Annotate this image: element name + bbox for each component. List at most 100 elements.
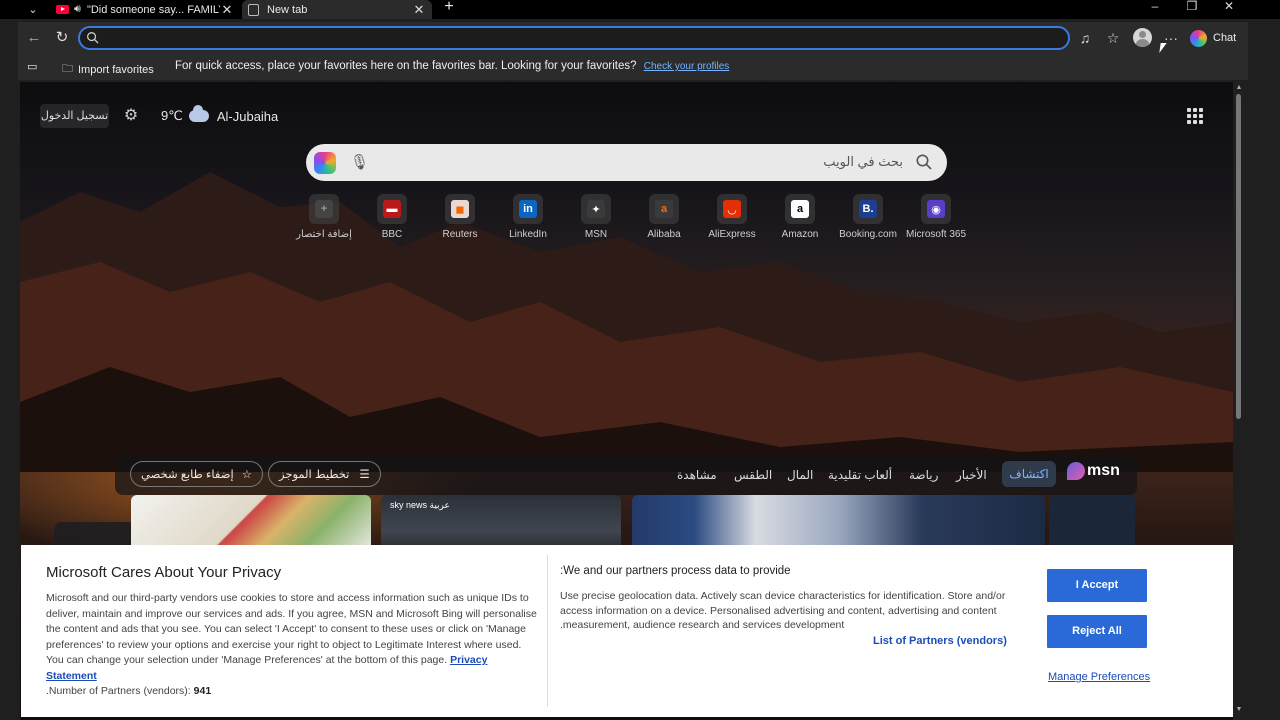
new-tab-page-icon <box>248 3 259 16</box>
folder-import-icon: 🗀︎ <box>62 63 73 75</box>
feed-tab-watch[interactable]: مشاهدة <box>677 468 717 482</box>
sliders-icon: ☰ <box>359 469 370 481</box>
import-favorites-button[interactable]: 🗀︎ Import favorites <box>62 60 154 79</box>
close-window-icon[interactable]: ✕ <box>1214 0 1244 14</box>
profile-avatar[interactable] <box>1133 28 1152 47</box>
refresh-icon[interactable]: ↻ <box>50 27 74 49</box>
manage-preferences-link[interactable]: Manage Preferences <box>1048 671 1150 683</box>
scroll-up-arrow-icon[interactable]: ▲ <box>1235 84 1243 92</box>
app-launcher-icon[interactable] <box>1187 108 1203 124</box>
rain-cloud-icon <box>188 105 209 122</box>
minimize-icon[interactable]: – <box>1140 0 1170 14</box>
search-placeholder: بحث في الويب <box>823 154 903 169</box>
quick-link-tile[interactable]: ◼ Reuters <box>426 194 494 240</box>
partners-count-label: .Number of Partners (vendors): <box>46 685 191 697</box>
search-icon[interactable] <box>915 153 933 171</box>
tab-close-icon[interactable]: ✕ <box>412 2 426 18</box>
booking-icon-glyph: B. <box>859 200 877 218</box>
weather-location: Al-Jubaiha <box>216 108 279 124</box>
audio-playing-icon[interactable]: 🔊︎ <box>74 3 81 16</box>
reuters-icon-glyph: ◼ <box>451 200 469 218</box>
msn-logo[interactable]: msn <box>1067 462 1120 480</box>
favorites-star-icon[interactable]: ☆ <box>1103 28 1123 48</box>
settings-gear-icon[interactable]: ⚙ <box>121 106 141 126</box>
scroll-thumb[interactable] <box>1236 94 1241 419</box>
amazon-icon-glyph: a <box>791 200 809 218</box>
import-favorites-label: Import favorites <box>78 63 154 76</box>
feed-tab-discover[interactable]: اكتشاف <box>1002 461 1056 487</box>
browser-window: ⌄ 🔊︎ "Did someone say... FAMILY?" ✕ New … <box>0 0 1280 720</box>
m365-icon: ◉ <box>921 194 951 224</box>
quick-link-label: Booking.com <box>839 229 897 240</box>
add-icon-glyph: + <box>315 200 333 218</box>
news-source-label: sky news عربية <box>390 500 450 510</box>
scroll-down-arrow-icon[interactable]: ▼ <box>1235 706 1243 714</box>
page-scrollbar[interactable]: ▲ ▼ <box>1233 82 1245 718</box>
quick-link-tile[interactable]: ◉ Microsoft 365 <box>902 194 970 240</box>
quick-link-tile[interactable]: in LinkedIn <box>494 194 562 240</box>
tab-new-tab[interactable]: New tab ✕ <box>242 0 432 19</box>
copilot-chat-button[interactable]: Chat <box>1190 27 1236 49</box>
alibaba-icon-glyph: a <box>655 200 673 218</box>
sign-in-button[interactable]: تسجيل الدخول <box>40 104 109 128</box>
bbc-icon: ▬ <box>377 194 407 224</box>
new-tab-button[interactable]: + <box>440 0 458 16</box>
accept-button[interactable]: I Accept <box>1047 569 1147 602</box>
consent-divider <box>547 555 548 707</box>
quick-link-label: AliExpress <box>708 229 756 240</box>
alibaba-icon: a <box>649 194 679 224</box>
address-input[interactable] <box>104 30 1054 46</box>
feed-tab-games[interactable]: ألعاب تقليدية <box>828 468 892 482</box>
quick-link-tile[interactable]: ▬ BBC <box>358 194 426 240</box>
booking-icon: B. <box>853 194 883 224</box>
quick-link-tile[interactable]: a Amazon <box>766 194 834 240</box>
check-profiles-link[interactable]: Check your profiles <box>644 61 730 72</box>
copilot-label: Chat <box>1213 32 1237 44</box>
copilot-icon[interactable] <box>314 152 336 174</box>
restore-icon[interactable]: ❐ <box>1177 0 1207 14</box>
quick-link-tile[interactable]: B. Booking.com <box>834 194 902 240</box>
web-search-box[interactable]: 🎙︎ بحث في الويب <box>306 144 947 181</box>
purposes-heading: :We and our partners process data to pro… <box>560 565 791 577</box>
feed-tab-sports[interactable]: رياضة <box>909 468 938 482</box>
msn-icon-glyph: ✦ <box>587 200 605 218</box>
quick-link-label: Amazon <box>781 229 819 240</box>
personalize-label: إضفاء طابع شخصي <box>141 469 234 481</box>
reject-all-button[interactable]: Reject All <box>1047 615 1147 648</box>
feed-tab-news[interactable]: الأخبار <box>956 468 987 482</box>
quick-link-label: Microsoft 365 <box>905 229 967 240</box>
media-control-icon[interactable]: ♫ <box>1075 28 1095 48</box>
reuters-icon: ◼ <box>445 194 475 224</box>
tab-actions-chevron-icon[interactable]: ⌄ <box>22 0 44 18</box>
quick-link-label: BBC <box>381 229 403 240</box>
quick-link-label: Alibaba <box>647 229 681 240</box>
msn-icon: ✦ <box>581 194 611 224</box>
personalize-button[interactable]: إضفاء طابع شخصي ☆ <box>130 461 263 487</box>
weather-widget[interactable]: 9℃ Al-Jubaiha <box>161 105 279 124</box>
feed-navigation-bar: إضفاء طابع شخصي ☆ تخطيط الموجز ☰ مشاهدة … <box>115 455 1137 495</box>
quick-link-tile[interactable]: ◡ AliExpress <box>698 194 766 240</box>
tab-strip: ⌄ 🔊︎ "Did someone say... FAMILY?" ✕ New … <box>0 0 1280 19</box>
privacy-consent-banner: Microsoft Cares About Your Privacy Micro… <box>21 545 1233 717</box>
favorites-bar: ▭ 🗀︎ Import favorites For quick access, … <box>18 54 1248 80</box>
list-of-partners-link[interactable]: List of Partners (vendors) <box>873 635 1007 647</box>
tab-youtube[interactable]: 🔊︎ "Did someone say... FAMILY?" ✕ <box>50 0 240 19</box>
quick-link-label: إضافة اختصار <box>296 229 352 240</box>
feed-layout-button[interactable]: تخطيط الموجز ☰ <box>268 461 381 487</box>
microphone-icon[interactable]: 🎙︎ <box>350 153 369 173</box>
address-bar[interactable] <box>78 26 1070 50</box>
feed-tab-weather[interactable]: الطقس <box>734 468 772 482</box>
consent-body: Microsoft and our third-party vendors us… <box>46 591 538 684</box>
tab-close-icon[interactable]: ✕ <box>220 2 234 18</box>
feed-tab-money[interactable]: المال <box>787 468 813 482</box>
quick-link-tile[interactable]: ✦ MSN <box>562 194 630 240</box>
tab-title: "Did someone say... FAMILY?" <box>86 3 220 16</box>
msn-butterfly-icon <box>1067 462 1085 480</box>
collapse-favorites-icon[interactable]: ▭ <box>27 60 37 73</box>
quick-link-tile[interactable]: a Alibaba <box>630 194 698 240</box>
back-arrow-icon[interactable]: ← <box>22 27 46 49</box>
quick-link-tile[interactable]: + إضافة اختصار <box>290 194 358 240</box>
quick-link-label: LinkedIn <box>509 229 547 240</box>
quick-link-label: MSN <box>584 229 608 240</box>
quick-links: + إضافة اختصار ▬ BBC ◼ Reuters in LinkedIn ✦ MSN a… <box>290 194 970 244</box>
